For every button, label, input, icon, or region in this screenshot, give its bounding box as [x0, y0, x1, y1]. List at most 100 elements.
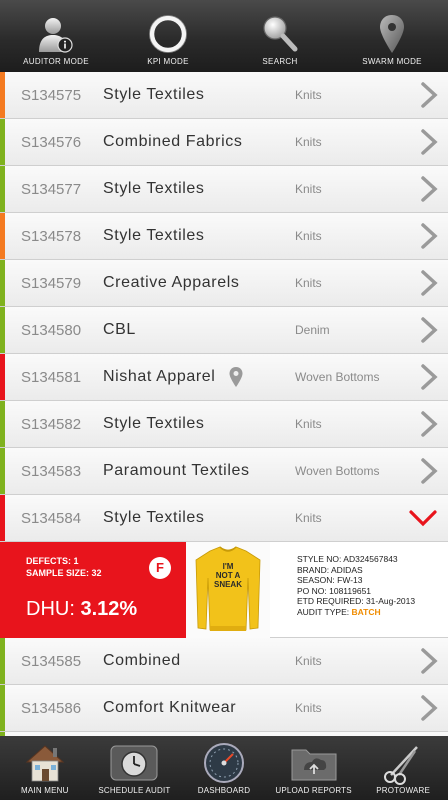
audit-list: S134575 Style Textiles Knits S134576 Com… [0, 72, 448, 736]
audit-code: S134583 [21, 462, 82, 480]
style-info: STYLE NO: AD324567843 BRAND: ADIDAS SEAS… [270, 542, 448, 637]
search-button[interactable]: SEARCH [224, 0, 336, 72]
swarm-mode-label: SWARM MODE [362, 57, 422, 66]
factory-name: Style Textiles [103, 180, 205, 197]
etd-required: ETD REQUIRED: 31-Aug-2013 [297, 596, 416, 606]
audit-code: S134581 [21, 368, 82, 386]
chevron-right-icon[interactable] [420, 81, 438, 109]
status-bar [0, 448, 5, 494]
dhu-percent: 3.12% [80, 598, 138, 620]
sample-size: SAMPLE SIZE: 32 [26, 568, 102, 578]
audit-row[interactable]: S134586 Comfort Knitwear Knits [0, 685, 448, 732]
status-bar [0, 72, 5, 118]
po-number: PO NO: 108119651 [297, 585, 372, 596]
chevron-right-icon[interactable] [420, 694, 438, 722]
chevron-right-icon[interactable] [420, 457, 438, 485]
factory-name: Style Textiles [103, 415, 205, 432]
defects-count: DEFECTS: 1 [26, 556, 79, 566]
audit-code: S134575 [21, 86, 82, 104]
audit-row[interactable]: S134585 Combined Knits [0, 638, 448, 685]
factory-name: Style Textiles [103, 227, 205, 244]
product-image[interactable]: I'M NOT A SNEAK [186, 542, 270, 638]
product-category: Knits [295, 417, 322, 431]
dashboard-button[interactable]: DASHBOARD [179, 736, 269, 800]
audit-row-expanded[interactable]: S134584 Style Textiles Knits [0, 495, 448, 542]
main-menu-button[interactable]: MAIN MENU [0, 736, 90, 800]
scissors-icon [381, 740, 425, 786]
house-icon [23, 740, 67, 786]
grade-badge: F [149, 557, 171, 579]
auditor-mode-button[interactable]: AUDITOR MODE [0, 0, 112, 72]
audit-row[interactable]: S134577 Style Textiles Knits [0, 166, 448, 213]
factory-name: Comfort Knitwear [103, 699, 237, 716]
chevron-down-icon[interactable] [408, 508, 438, 528]
factory-name: Style Textiles [103, 86, 205, 103]
app-screen: AUDITOR MODE KPI MODE SEARCH SWARM MODE … [0, 0, 448, 800]
audit-code: S134582 [21, 415, 82, 433]
season: SEASON: FW-13 [297, 575, 363, 585]
factory-name: CBL [103, 321, 136, 338]
clock-icon [108, 740, 160, 786]
audit-code: S134585 [21, 652, 82, 670]
audit-detail-panel: DEFECTS: 1 SAMPLE SIZE: 32 DHU: 3.12% F … [0, 542, 448, 638]
product-category: Woven Bottoms [295, 370, 380, 384]
status-bar [0, 119, 5, 165]
audit-row[interactable]: S134579 Creative Apparels Knits [0, 260, 448, 307]
kpi-ring-icon [147, 11, 189, 57]
factory-name: Combined Fabrics [103, 133, 243, 150]
audit-code: S134577 [21, 180, 82, 198]
status-bar [0, 401, 5, 447]
audit-type: AUDIT TYPE: BATCH [297, 607, 448, 618]
schedule-audit-label: SCHEDULE AUDIT [98, 786, 171, 795]
chevron-right-icon[interactable] [420, 269, 438, 297]
location-pin-icon[interactable] [228, 366, 244, 388]
audit-code: S134580 [21, 321, 82, 339]
product-category: Knits [295, 276, 322, 290]
main-menu-label: MAIN MENU [21, 786, 69, 795]
status-bar [0, 495, 5, 541]
factory-name: Paramount Textiles [103, 462, 250, 479]
shirt-print-line3: SNEAK [214, 580, 242, 589]
audit-row[interactable]: S134581 Nishat Apparel Woven Bottoms [0, 354, 448, 401]
chevron-right-icon[interactable] [420, 175, 438, 203]
swarm-mode-button[interactable]: SWARM MODE [336, 0, 448, 72]
brand: BRAND: ADIDAS [297, 564, 363, 575]
audit-code: S134584 [21, 509, 82, 527]
product-category: Knits [295, 135, 322, 149]
audit-row[interactable]: S134583 Paramount Textiles Woven Bottoms [0, 448, 448, 495]
audit-row[interactable]: S134582 Style Textiles Knits [0, 401, 448, 448]
chevron-right-icon[interactable] [420, 363, 438, 391]
product-category: Knits [295, 88, 322, 102]
audit-type-label: AUDIT TYPE: [297, 606, 352, 617]
chevron-right-icon[interactable] [420, 647, 438, 675]
status-bar [0, 685, 5, 731]
shirt-print-line2: NOT A [216, 571, 241, 580]
kpi-mode-button[interactable]: KPI MODE [112, 0, 224, 72]
chevron-right-icon[interactable] [420, 316, 438, 344]
audit-code: S134586 [21, 699, 82, 717]
audit-code: S134578 [21, 227, 82, 245]
product-category: Knits [295, 182, 322, 196]
audit-row[interactable]: S134576 Combined Fabrics Knits [0, 119, 448, 166]
status-bar [0, 213, 5, 259]
audit-row[interactable]: S134578 Style Textiles Knits [0, 213, 448, 260]
factory-name: Nishat Apparel [103, 368, 216, 385]
chevron-right-icon[interactable] [420, 410, 438, 438]
product-category: Knits [295, 229, 322, 243]
protoware-button[interactable]: PROTOWARE [358, 736, 448, 800]
upload-reports-button[interactable]: UPLOAD REPORTS [269, 736, 359, 800]
dhu-summary: DEFECTS: 1 SAMPLE SIZE: 32 DHU: 3.12% F [0, 542, 186, 638]
auditor-mode-label: AUDITOR MODE [23, 57, 89, 66]
chevron-right-icon[interactable] [420, 128, 438, 156]
chevron-right-icon[interactable] [420, 222, 438, 250]
audit-type-value: BATCH [351, 606, 381, 617]
product-category: Knits [295, 654, 322, 668]
dhu-value: DHU: 3.12% [26, 598, 137, 621]
audit-row[interactable]: S134580 CBL Denim [0, 307, 448, 354]
schedule-audit-button[interactable]: SCHEDULE AUDIT [90, 736, 180, 800]
shirt-print-line1: I'M [223, 562, 234, 571]
audit-row[interactable]: S134575 Style Textiles Knits [0, 72, 448, 119]
factory-name: Style Textiles [103, 509, 205, 526]
style-number: STYLE NO: AD324567843 [297, 554, 398, 564]
status-bar [0, 166, 5, 212]
